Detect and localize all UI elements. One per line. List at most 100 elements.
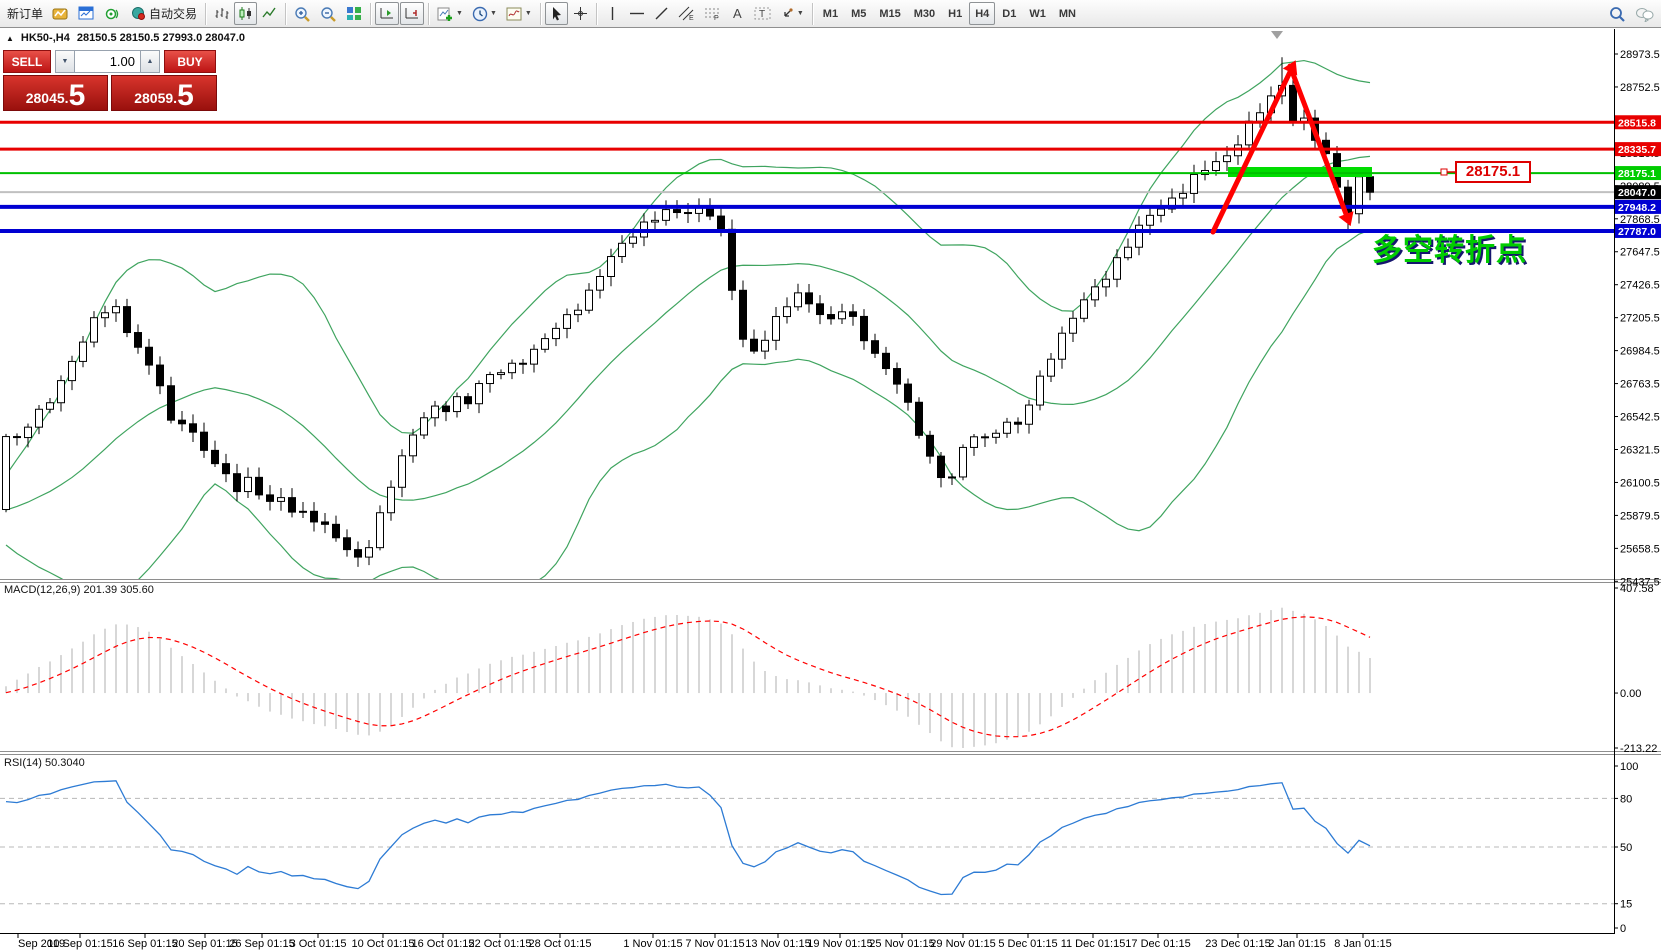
profile-icon[interactable] <box>48 2 73 25</box>
rsi-label: RSI(14) 50.3040 <box>4 757 85 769</box>
separator <box>205 3 206 25</box>
line-chart-type-button[interactable] <box>258 2 281 25</box>
new-chart-button[interactable]: ▼ <box>433 2 467 25</box>
chat-button[interactable] <box>1631 2 1658 25</box>
svg-text:27426.5: 27426.5 <box>1620 280 1660 292</box>
arrows-button[interactable]: ▼ <box>776 2 808 25</box>
svg-text:T: T <box>759 9 765 20</box>
periods-clock-button[interactable]: ▼ <box>468 2 501 25</box>
svg-text:28047.0: 28047.0 <box>1618 187 1656 199</box>
buy-price-big: 5 <box>177 82 194 110</box>
price-level-text-box[interactable]: 28175.1 <box>1455 161 1531 183</box>
svg-text:23 Dec 01:15: 23 Dec 01:15 <box>1205 938 1270 950</box>
tf-d1-button[interactable]: D1 <box>996 2 1022 25</box>
volume-input[interactable] <box>75 50 140 73</box>
autotrading-button[interactable]: 自动交易 <box>126 2 201 25</box>
svg-text:1 Nov 01:15: 1 Nov 01:15 <box>623 938 682 950</box>
one-click-trading-panel: SELL ▼ ▲ BUY 28045.5 28059.5 <box>3 50 218 111</box>
chevron-down-icon: ▼ <box>525 10 532 17</box>
candlestick-type-button[interactable] <box>234 2 257 25</box>
cursor-button[interactable] <box>545 2 568 25</box>
svg-text:3 Oct 01:15: 3 Oct 01:15 <box>290 938 347 950</box>
svg-text:8 Jan 01:15: 8 Jan 01:15 <box>1334 938 1392 950</box>
one-click-toggle-icon[interactable]: ▲ <box>6 34 14 43</box>
svg-text:2 Jan 01:15: 2 Jan 01:15 <box>1268 938 1326 950</box>
svg-text:19 Nov 01:15: 19 Nov 01:15 <box>807 938 872 950</box>
search-button[interactable] <box>1605 2 1630 25</box>
tf-h4-button[interactable]: H4 <box>969 2 995 25</box>
sell-price[interactable]: 28045.5 <box>3 75 108 111</box>
buy-price[interactable]: 28059.5 <box>111 75 217 111</box>
svg-text:80: 80 <box>1620 793 1632 805</box>
svg-text:27205.5: 27205.5 <box>1620 313 1660 325</box>
svg-text:407.58: 407.58 <box>1620 583 1654 595</box>
tf-m30-button[interactable]: M30 <box>908 2 941 25</box>
buy-button[interactable]: BUY <box>164 50 216 73</box>
market-watch-icon[interactable] <box>74 2 99 25</box>
separator <box>812 3 813 25</box>
svg-text:11 Dec 01:15: 11 Dec 01:15 <box>1061 938 1126 950</box>
svg-text:10 Sep 01:15: 10 Sep 01:15 <box>47 938 112 950</box>
alerts-icon[interactable] <box>100 2 125 25</box>
auto-scroll-button[interactable] <box>375 2 399 25</box>
volume-increase-button[interactable]: ▲ <box>140 50 160 73</box>
fibonacci-button[interactable]: F <box>700 2 725 25</box>
highlight-bar <box>1228 167 1372 177</box>
tile-windows-button[interactable] <box>342 2 366 25</box>
svg-text:7 Nov 01:15: 7 Nov 01:15 <box>685 938 744 950</box>
indicators-button[interactable]: ▼ <box>502 2 536 25</box>
sell-price-big: 5 <box>69 82 86 110</box>
tf-m5-button[interactable]: M5 <box>845 2 872 25</box>
trendline-button[interactable] <box>650 2 673 25</box>
svg-text:28175.1: 28175.1 <box>1618 168 1656 180</box>
svg-text:26321.5: 26321.5 <box>1620 444 1660 456</box>
new-order-button[interactable]: 新订单 <box>3 2 47 25</box>
sell-price-main: 28045 <box>26 86 65 110</box>
svg-text:26542.5: 26542.5 <box>1620 412 1660 424</box>
text-label-button[interactable]: T <box>750 2 775 25</box>
svg-text:27787.0: 27787.0 <box>1618 226 1656 238</box>
chevron-down-icon: ▼ <box>490 10 497 17</box>
zoom-in-button[interactable] <box>290 2 315 25</box>
svg-text:5 Dec 01:15: 5 Dec 01:15 <box>998 938 1057 950</box>
svg-text:17 Dec 01:15: 17 Dec 01:15 <box>1125 938 1190 950</box>
separator <box>428 3 429 25</box>
svg-text:25 Nov 01:15: 25 Nov 01:15 <box>869 938 934 950</box>
chevron-down-icon: ▼ <box>456 10 463 17</box>
bar-chart-type-button[interactable] <box>210 2 233 25</box>
volume-decrease-button[interactable]: ▼ <box>55 50 75 73</box>
ohlc-values: 28150.5 28150.5 27993.0 28047.0 <box>77 32 245 44</box>
tf-m15-button[interactable]: M15 <box>873 2 906 25</box>
zoom-out-button[interactable] <box>316 2 341 25</box>
rsi-pane <box>0 781 1614 904</box>
crosshair-button[interactable] <box>569 2 592 25</box>
chart-title: ▲ HK50-,H4 28150.5 28150.5 27993.0 28047… <box>6 32 245 44</box>
tf-h1-button[interactable]: H1 <box>942 2 968 25</box>
svg-text:25658.5: 25658.5 <box>1620 543 1660 555</box>
turning-point-annotation[interactable]: 多空转折点 <box>1372 234 1527 268</box>
tf-m1-button[interactable]: M1 <box>817 2 844 25</box>
tf-mn-button[interactable]: MN <box>1053 2 1082 25</box>
svg-text:28515.8: 28515.8 <box>1618 117 1656 129</box>
chart-canvas[interactable]: 28973.528752.528531.528310.528089.527868… <box>0 0 1661 952</box>
text-button[interactable]: A <box>726 2 749 25</box>
chevron-down-icon: ▼ <box>797 10 804 17</box>
svg-text:A: A <box>733 6 742 21</box>
price-pane <box>0 57 1614 596</box>
horizontal-line-button[interactable] <box>625 2 649 25</box>
line-anchor-marker <box>1441 169 1447 175</box>
svg-text:29 Nov 01:15: 29 Nov 01:15 <box>930 938 995 950</box>
chart-shift-button[interactable] <box>400 2 424 25</box>
svg-text:0: 0 <box>1620 923 1626 935</box>
vertical-line-button[interactable] <box>601 2 624 25</box>
autotrading-label: 自动交易 <box>149 5 197 22</box>
svg-text:27647.5: 27647.5 <box>1620 247 1660 259</box>
svg-text:50: 50 <box>1620 842 1632 854</box>
sell-button[interactable]: SELL <box>3 50 51 73</box>
equidistant-channel-button[interactable]: E <box>674 2 699 25</box>
svg-text:28 Oct 01:15: 28 Oct 01:15 <box>529 938 592 950</box>
tf-w1-button[interactable]: W1 <box>1023 2 1052 25</box>
svg-text:27948.2: 27948.2 <box>1618 202 1656 214</box>
toolbar: 新订单 自动交易 <box>0 0 1661 28</box>
svg-text:26100.5: 26100.5 <box>1620 477 1660 489</box>
